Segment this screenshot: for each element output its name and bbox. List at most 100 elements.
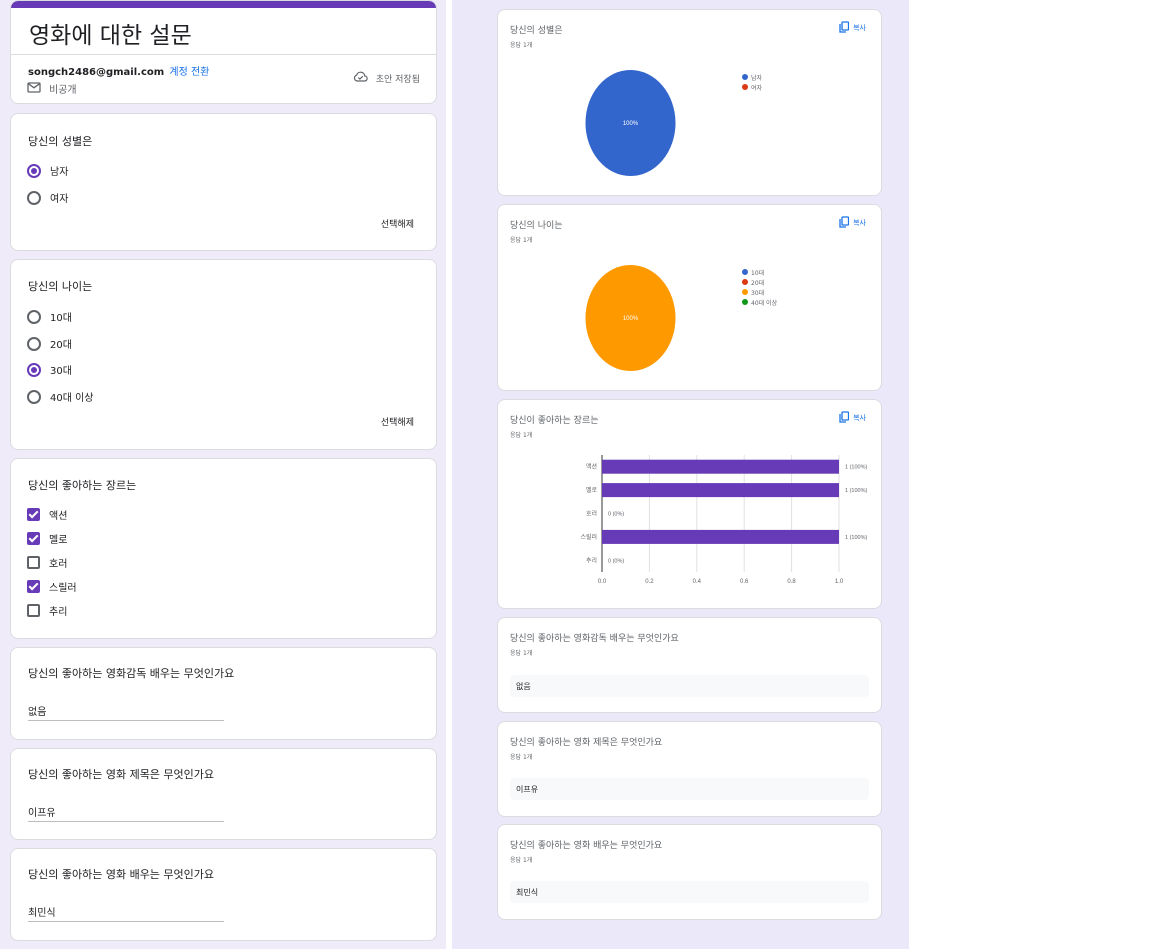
privacy-label: 비공개 bbox=[49, 85, 77, 96]
x-tick-label: 0.6 bbox=[740, 579, 749, 585]
checkbox[interactable] bbox=[27, 580, 40, 593]
draft-status: 초안 저장됨 bbox=[353, 71, 420, 85]
legend-label: 30대 bbox=[751, 289, 765, 297]
account-email: songch2486@gmail.com bbox=[28, 67, 165, 78]
option-label: 40대 이상 bbox=[50, 393, 94, 404]
short-answer-input[interactable]: 없음 bbox=[28, 703, 224, 721]
response-count: 응답 1개 bbox=[510, 857, 533, 864]
question-card-genre: 당신의 좋아하는 장르는 액션 멜로 호러 스릴러 추리 bbox=[10, 458, 437, 639]
bar-data-label: 1 (100%) bbox=[845, 465, 867, 471]
pie-chart-age: 100% bbox=[585, 265, 676, 371]
bar bbox=[602, 483, 839, 498]
category-label: 멜로 bbox=[586, 487, 598, 494]
response-count: 응답 1개 bbox=[510, 237, 533, 244]
form-header-card: 영화에 대한 설문 songch2486@gmail.com 계정 전환 비공개… bbox=[10, 0, 437, 104]
summary-title: 당신의 좋아하는 영화 제목은 무엇인가요 bbox=[510, 738, 663, 748]
radio-button[interactable] bbox=[27, 336, 41, 351]
question-card-actor: 당신의 좋아하는 영화 배우는 무엇인가요 최민식 bbox=[10, 848, 437, 941]
x-tick-label: 0.8 bbox=[787, 579, 796, 585]
option-label: 스릴러 bbox=[49, 583, 77, 594]
bar-chart-genre: 0.0 0.2 0.4 0.6 0.8 1.0 액션 1 (100%) 멜로 1 (100%) 호러… bbox=[580, 455, 867, 585]
checkbox-option-horror[interactable]: 호러 bbox=[27, 555, 67, 570]
cloud-done-icon bbox=[353, 71, 368, 85]
response-answer: 없음 bbox=[510, 675, 869, 697]
checkbox[interactable] bbox=[27, 556, 40, 569]
category-label: 추리 bbox=[586, 556, 597, 564]
category-label: 스릴러 bbox=[580, 533, 597, 541]
x-tick-label: 1.0 bbox=[835, 579, 844, 585]
option-label: 액션 bbox=[49, 511, 68, 522]
legend-item: 남자 bbox=[742, 72, 762, 82]
legend-item: 20대 bbox=[742, 277, 777, 287]
question-card-gender: 당신의 성별은 남자 여자 선택해제 bbox=[10, 113, 437, 251]
copy-icon bbox=[839, 21, 850, 35]
chart-legend: 남자 여자 bbox=[742, 72, 762, 92]
chart-legend: 10대 20대 30대 40대 이상 bbox=[742, 267, 777, 307]
response-count: 응답 1개 bbox=[510, 754, 533, 761]
checkbox[interactable] bbox=[27, 508, 40, 521]
draft-status-label: 초안 저장됨 bbox=[375, 74, 420, 85]
copy-chart-button[interactable]: 복사 bbox=[839, 21, 866, 35]
radio-option-10s[interactable]: 10대 bbox=[27, 309, 72, 324]
radio-option-female[interactable]: 여자 bbox=[27, 190, 68, 205]
radio-button[interactable] bbox=[27, 389, 41, 404]
summary-card-gender: 당신의 성별은 응답 1개 복사 100% 남자 여자 bbox=[497, 9, 882, 196]
response-answer: 최민식 bbox=[510, 881, 869, 903]
radio-option-30s[interactable]: 30대 bbox=[27, 362, 72, 377]
legend-dot bbox=[742, 84, 748, 90]
bar bbox=[602, 459, 839, 474]
radio-button[interactable] bbox=[27, 309, 41, 324]
form-title: 영화에 대한 설문 bbox=[29, 23, 192, 49]
radio-option-20s[interactable]: 20대 bbox=[27, 336, 72, 351]
legend-item: 30대 bbox=[742, 287, 777, 297]
question-card-movie-title: 당신의 좋아하는 영화 제목은 무엇인가요 이프유 bbox=[10, 748, 437, 840]
short-answer-input[interactable]: 최민식 bbox=[28, 904, 224, 922]
header-divider bbox=[11, 54, 436, 55]
account-line: songch2486@gmail.com 계정 전환 bbox=[28, 63, 209, 78]
short-answer-input[interactable]: 이프유 bbox=[28, 804, 224, 822]
summary-title: 당신의 좋아하는 영화 배우는 무엇인가요 bbox=[510, 841, 663, 851]
option-label: 멜로 bbox=[49, 535, 68, 546]
bar-data-label: 1 (100%) bbox=[845, 535, 867, 541]
legend-item: 여자 bbox=[742, 82, 762, 92]
summary-card-age: 당신의 나이는 응답 1개 복사 100% 10대 20대 30대 40대 이상 bbox=[497, 204, 882, 391]
category-label: 호러 bbox=[586, 510, 597, 518]
legend-dot bbox=[742, 279, 748, 285]
response-answer: 이프유 bbox=[510, 778, 869, 800]
header-accent-bar bbox=[11, 1, 436, 8]
summary-title: 당신의 성별은 bbox=[510, 26, 563, 36]
option-label: 20대 bbox=[50, 340, 72, 351]
x-tick-label: 0.0 bbox=[598, 579, 607, 585]
checkbox[interactable] bbox=[27, 532, 40, 545]
summary-card-director: 당신의 좋아하는 영화감독 배우는 무엇인가요 응답 1개 없음 bbox=[497, 617, 882, 713]
question-title: 당신의 좋아하는 장르는 bbox=[28, 479, 137, 492]
bar bbox=[602, 529, 839, 544]
radio-option-40s-plus[interactable]: 40대 이상 bbox=[27, 389, 94, 404]
checkbox[interactable] bbox=[27, 604, 40, 617]
option-label: 남자 bbox=[50, 167, 69, 178]
question-title: 당신의 좋아하는 영화 제목은 무엇인가요 bbox=[28, 768, 215, 781]
x-tick-label: 0.4 bbox=[693, 579, 702, 585]
checkbox-option-mystery[interactable]: 추리 bbox=[27, 603, 67, 618]
checkbox-option-thriller[interactable]: 스릴러 bbox=[27, 579, 77, 594]
checkbox-option-melo[interactable]: 멜로 bbox=[27, 531, 67, 546]
pie-slice-label: 100% bbox=[623, 121, 639, 127]
summary-title: 당신의 나이는 bbox=[510, 221, 563, 231]
radio-button[interactable] bbox=[27, 190, 41, 205]
clear-selection-button[interactable]: 선택해제 bbox=[381, 217, 414, 230]
radio-button[interactable] bbox=[27, 362, 41, 377]
radio-button[interactable] bbox=[27, 163, 41, 178]
switch-account-link[interactable]: 계정 전환 bbox=[169, 67, 209, 78]
option-label: 30대 bbox=[50, 366, 72, 377]
legend-item: 10대 bbox=[742, 267, 777, 277]
checkbox-option-action[interactable]: 액션 bbox=[27, 507, 67, 522]
summary-card-movie-title: 당신의 좋아하는 영화 제목은 무엇인가요 응답 1개 이프유 bbox=[497, 721, 882, 817]
legend-label: 여자 bbox=[751, 84, 763, 92]
clear-selection-button[interactable]: 선택해제 bbox=[381, 415, 414, 428]
bar-data-label: 0 (0%) bbox=[608, 512, 624, 518]
radio-option-male[interactable]: 남자 bbox=[27, 163, 68, 178]
question-title: 당신의 성별은 bbox=[28, 135, 93, 148]
copy-icon bbox=[839, 216, 850, 230]
pie-slice-label: 100% bbox=[623, 316, 639, 322]
copy-chart-button[interactable]: 복사 bbox=[839, 216, 866, 230]
